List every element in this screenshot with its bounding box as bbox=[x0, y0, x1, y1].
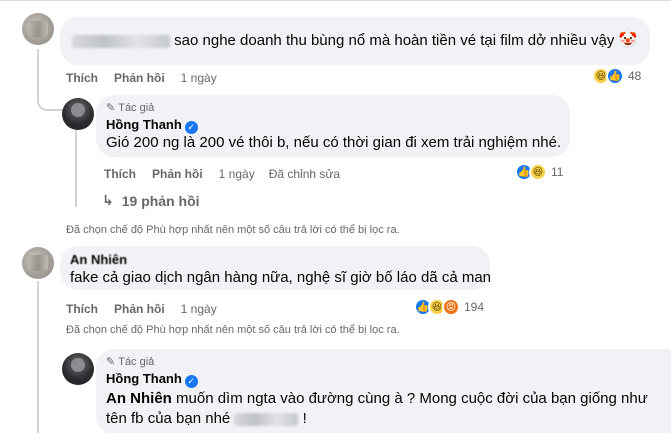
edited-label: Đã chỉnh sửa bbox=[268, 167, 341, 181]
reply-bubble: ✎ Tác giả Hồng Thanh ✓ An Nhiên muốn dìm … bbox=[96, 349, 671, 433]
view-replies-link[interactable]: ↳ 19 phản hồi bbox=[102, 192, 200, 209]
filter-note: Đã chọn chế độ Phù hợp nhất nên một số c… bbox=[66, 324, 400, 336]
comment-actions: Thích Phản hồi 1 ngày bbox=[66, 302, 231, 316]
reaction-summary[interactable]: 👍 😆 11 bbox=[515, 163, 563, 181]
filter-note: Đã chọn chế độ Phù hợp nhất nên một số c… bbox=[66, 224, 400, 236]
reaction-summary[interactable]: 😆 👍 48 bbox=[592, 67, 641, 85]
author-avatar[interactable] bbox=[62, 353, 94, 385]
timestamp[interactable]: 1 ngày bbox=[181, 71, 217, 85]
reply-text-end: ! bbox=[298, 410, 307, 427]
author-name[interactable]: Hồng Thanh bbox=[106, 371, 182, 386]
avatar[interactable] bbox=[22, 13, 54, 45]
comment-text: fake cả giao dịch ngân hàng nữa, nghệ sĩ… bbox=[70, 269, 492, 286]
commenter-name[interactable]: An Nhiên bbox=[70, 252, 127, 267]
reaction-count: 48 bbox=[628, 69, 642, 83]
reply-text: Gió 200 ng là 200 vé thôi b, nếu có thời… bbox=[106, 134, 562, 151]
mention-link[interactable]: An Nhiên bbox=[106, 390, 172, 407]
haha-reaction-icon: 😆 bbox=[529, 163, 547, 181]
clown-emoji: 🤡 bbox=[618, 32, 638, 49]
thread-line bbox=[75, 127, 77, 207]
reaction-count: 194 bbox=[464, 300, 485, 314]
author-tag: ✎ Tác giả bbox=[106, 101, 155, 115]
angry-reaction-icon: 😡 bbox=[442, 298, 460, 316]
reply-arrow-icon: ↳ bbox=[102, 192, 114, 208]
author-avatar[interactable] bbox=[62, 98, 94, 130]
like-button[interactable]: Thích bbox=[104, 167, 136, 181]
blurred-name bbox=[234, 412, 299, 426]
comment-thread: sao nghe doanh thu bùng nổ mà hoàn tiền … bbox=[0, 0, 671, 433]
reply-button[interactable]: Phản hồi bbox=[152, 167, 203, 181]
reply-bubble: ✎ Tác giả Hồng Thanh ✓ Gió 200 ng là 200 … bbox=[96, 95, 570, 157]
comment-bubble: An Nhiên fake cả giao dịch ngân hàng nữa… bbox=[60, 246, 492, 290]
author-tag: ✎ Tác giả bbox=[106, 355, 155, 369]
avatar[interactable] bbox=[22, 247, 54, 279]
reply-button[interactable]: Phản hồi bbox=[114, 71, 165, 85]
reaction-count: 11 bbox=[551, 165, 564, 179]
timestamp[interactable]: 1 ngày bbox=[181, 302, 217, 316]
like-button[interactable]: Thích bbox=[66, 302, 98, 316]
pen-icon: ✎ bbox=[106, 102, 116, 114]
blurred-name bbox=[72, 34, 170, 48]
like-reaction-icon: 👍 bbox=[606, 67, 624, 85]
pen-icon: ✎ bbox=[106, 356, 116, 368]
reply-button[interactable]: Phản hồi bbox=[114, 302, 165, 316]
comment-bubble: sao nghe doanh thu bùng nổ mà hoàn tiền … bbox=[60, 17, 650, 65]
reply-actions: Thích Phản hồi 1 ngày Đã chỉnh sửa bbox=[104, 167, 354, 181]
reaction-summary[interactable]: 👍 😆 😡 194 bbox=[414, 298, 484, 316]
verified-badge-icon: ✓ bbox=[184, 375, 198, 388]
timestamp[interactable]: 1 ngày bbox=[219, 167, 255, 181]
reply-text: muốn dìm ngta vào đường cùng à ? Mong cu… bbox=[171, 390, 648, 407]
author-name[interactable]: Hồng Thanh bbox=[106, 117, 182, 132]
comment-text: sao nghe doanh thu bùng nổ mà hoàn tiền … bbox=[174, 32, 615, 49]
reply-text: tên fb của bạn nhé bbox=[106, 410, 235, 427]
thread-line bbox=[37, 281, 39, 433]
